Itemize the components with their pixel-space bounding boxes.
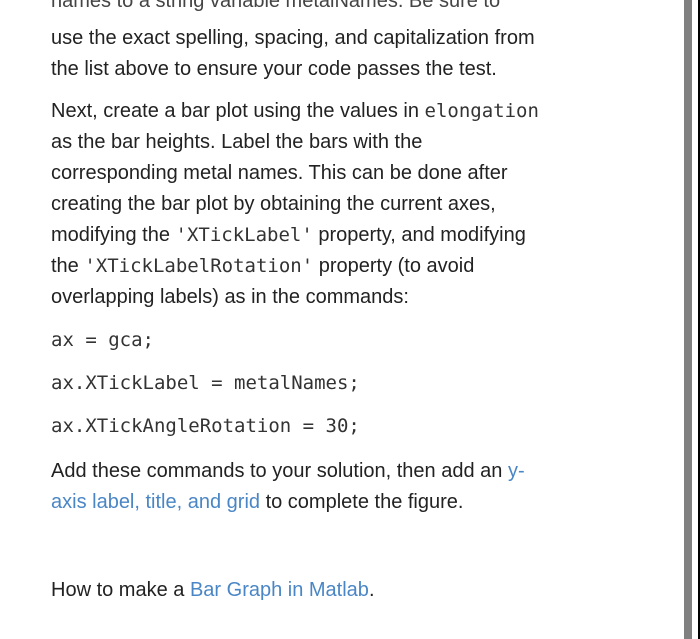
paragraph-1-line-2: the list above to ensure your code passe… <box>51 58 497 80</box>
text: the <box>51 255 85 277</box>
paragraph-2-line-5: modifying the 'XTickLabel' property, and… <box>51 220 526 251</box>
axis-label-link-part-1[interactable]: y- <box>508 460 525 482</box>
text: property (to avoid <box>313 255 475 277</box>
text: Next, create a bar plot using the values… <box>51 100 425 122</box>
paragraph-2-line-2: as the bar heights. Label the bars with … <box>51 131 423 153</box>
text: . <box>368 579 375 601</box>
text: Add these commands to your solution, the… <box>51 460 508 482</box>
code-line-1: ax = gca; <box>51 329 154 351</box>
paragraph-3-line-2: axis label, title, and grid to complete … <box>51 487 463 518</box>
scrollbar[interactable] <box>684 0 692 639</box>
paragraph-2-line-7: overlapping labels) as in the commands: <box>51 286 409 308</box>
clipped-text-line: names to a string variable metalNames. B… <box>51 0 501 12</box>
axis-label-title-grid-link[interactable]: axis label, title, and grid <box>51 491 260 513</box>
text: property, and modifying <box>312 224 526 246</box>
inline-code-xticklabel: 'XTickLabel' <box>175 224 313 246</box>
paragraph-4: How to make a Bar Graph in Matlab. <box>51 575 375 606</box>
inline-code-xticklabelrotation: 'XTickLabelRotation' <box>84 255 314 277</box>
paragraph-2-line-1: Next, create a bar plot using the values… <box>51 96 539 127</box>
code-line-2: ax.XTickLabel = metalNames; <box>51 372 360 394</box>
inline-code-elongation: elongation <box>424 100 539 122</box>
text: to complete the figure. <box>260 491 464 513</box>
paragraph-2-line-6: the 'XTickLabelRotation' property (to av… <box>51 251 474 282</box>
paragraph-2-line-4: creating the bar plot by obtaining the c… <box>51 193 496 215</box>
bar-graph-matlab-link[interactable]: Bar Graph in Matlab <box>190 579 369 601</box>
code-line-3: ax.XTickAngleRotation = 30; <box>51 415 360 437</box>
paragraph-3-line-1: Add these commands to your solution, the… <box>51 456 525 487</box>
text: How to make a <box>51 579 190 601</box>
paragraph-1-line-1: use the exact spelling, spacing, and cap… <box>51 27 535 49</box>
paragraph-2-line-3: corresponding metal names. This can be d… <box>51 162 508 184</box>
text: modifying the <box>51 224 176 246</box>
